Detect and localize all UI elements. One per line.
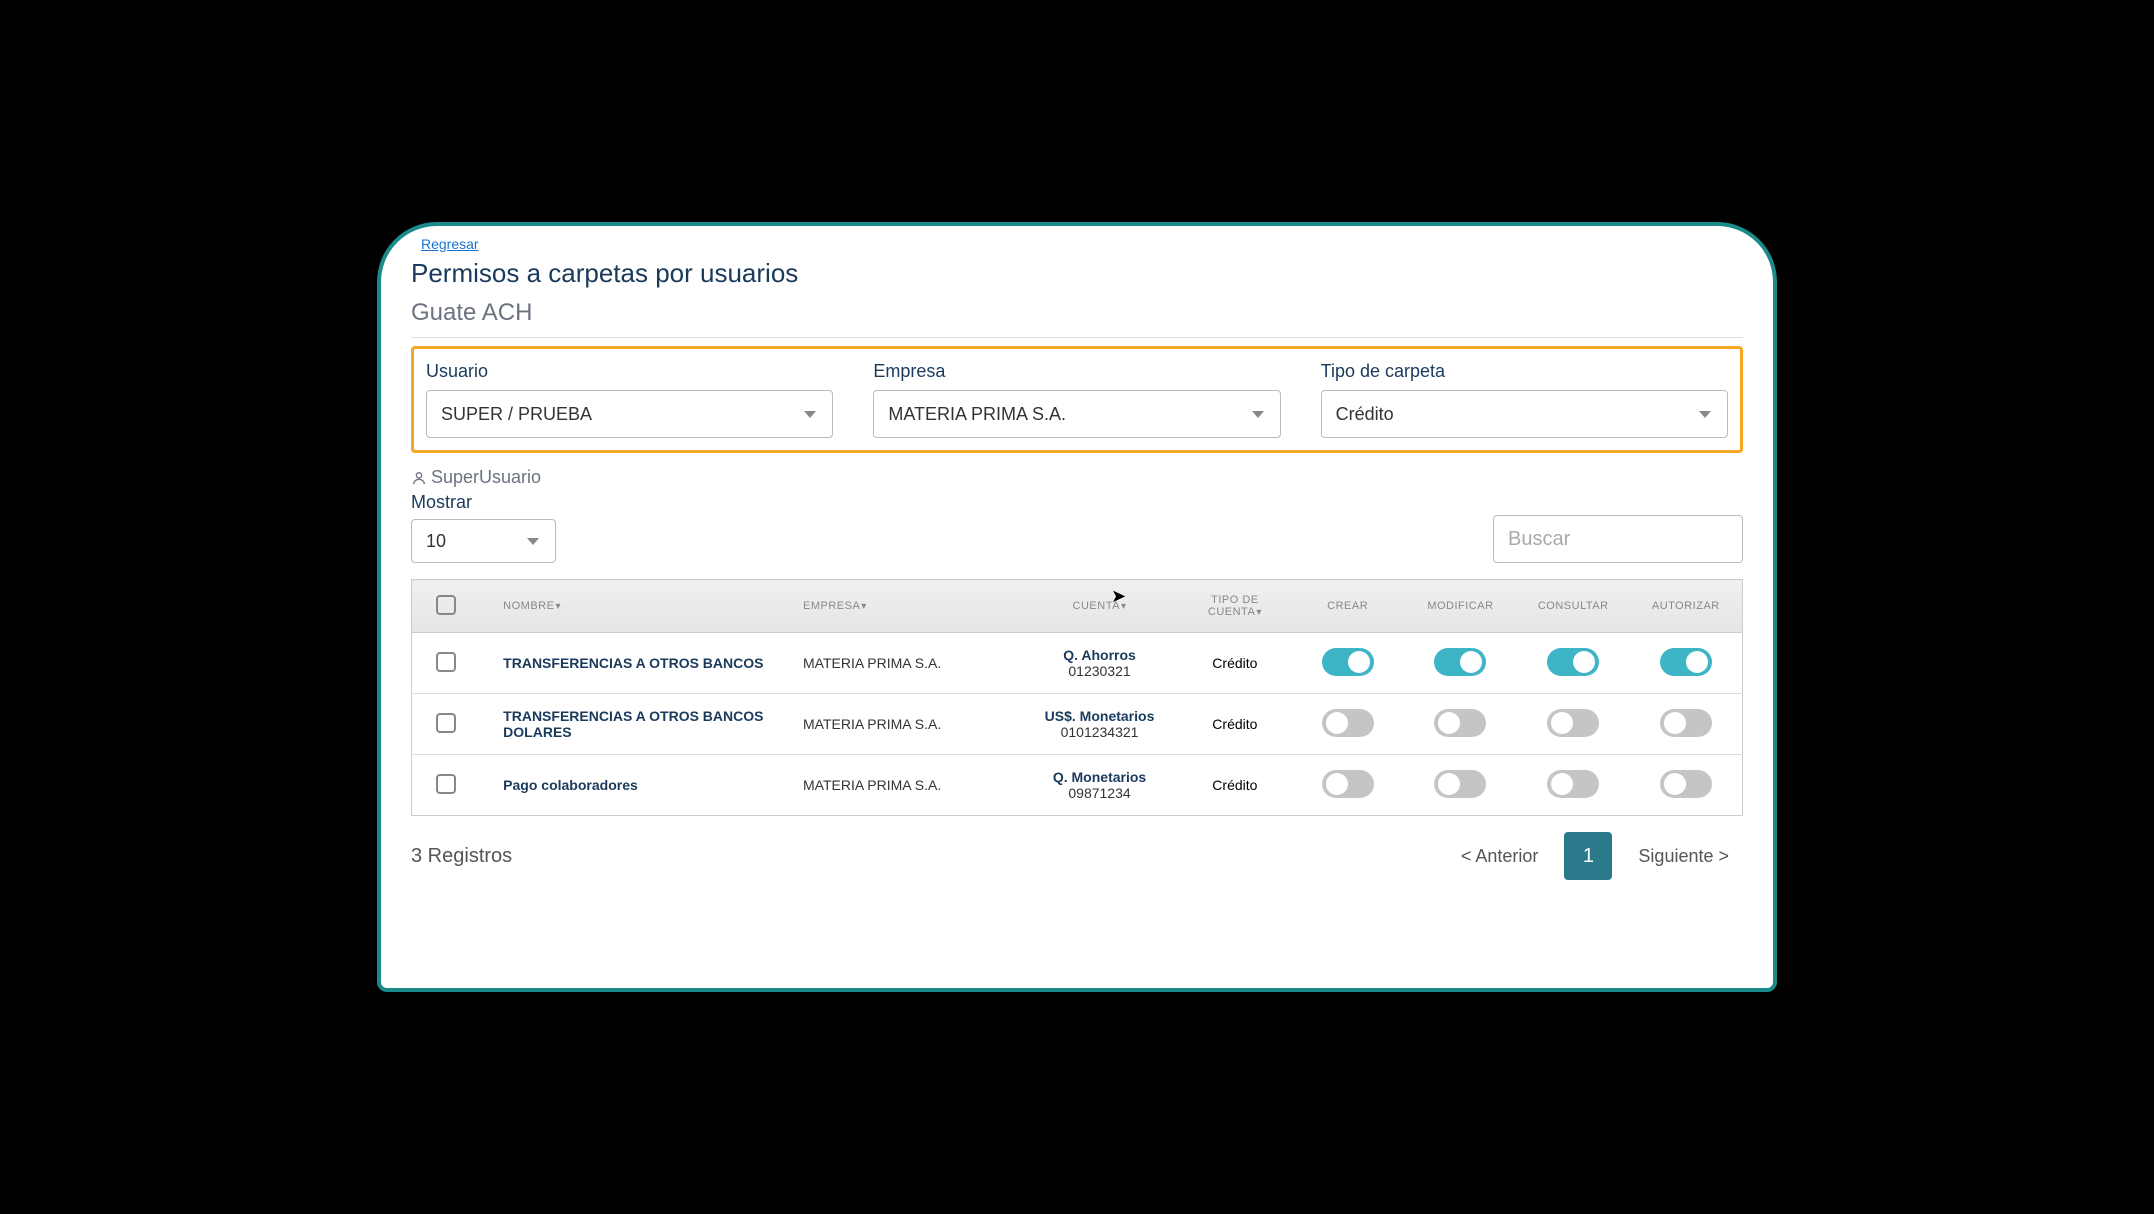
- records-count: 3 Registros: [411, 845, 512, 868]
- col-create: CREAR: [1291, 580, 1404, 633]
- toggle-authorize[interactable]: [1660, 648, 1712, 676]
- next-button[interactable]: Siguiente >: [1624, 836, 1743, 877]
- folder-type-label: Tipo de carpeta: [1321, 361, 1728, 382]
- cell-name[interactable]: TRANSFERENCIAS A OTROS BANCOS: [479, 633, 795, 694]
- table-footer: 3 Registros < Anterior 1 Siguiente >: [411, 832, 1743, 880]
- toggle-modify[interactable]: [1434, 648, 1486, 676]
- cell-name[interactable]: TRANSFERENCIAS A OTROS BANCOS DOLARES: [479, 694, 795, 755]
- show-select-value: 10: [426, 531, 446, 552]
- cell-company: MATERIA PRIMA S.A.: [795, 755, 1021, 816]
- folder-type-select[interactable]: Crédito: [1321, 390, 1728, 438]
- cell-account: Q. Ahorros 01230321: [1021, 633, 1179, 694]
- toggle-consult[interactable]: [1547, 770, 1599, 798]
- laptop-frame: Regresar Permisos a carpetas por usuario…: [377, 222, 1777, 992]
- filter-box: Usuario SUPER / PRUEBA Empresa MATERIA P…: [411, 346, 1743, 453]
- toggle-create[interactable]: [1322, 770, 1374, 798]
- prev-button[interactable]: < Anterior: [1447, 836, 1553, 877]
- app-content: Regresar Permisos a carpetas por usuario…: [381, 226, 1773, 988]
- table-header-row: NOMBRE EMPRESA CUENTA TIPO DE CUENTA CRE…: [412, 580, 1743, 633]
- company-label: Empresa: [873, 361, 1280, 382]
- toggle-modify[interactable]: [1434, 770, 1486, 798]
- user-select[interactable]: SUPER / PRUEBA: [426, 390, 833, 438]
- filter-company: Empresa MATERIA PRIMA S.A.: [873, 361, 1280, 438]
- row-checkbox[interactable]: [436, 713, 456, 733]
- toggle-create[interactable]: [1322, 648, 1374, 676]
- cell-folder-type: Crédito: [1178, 633, 1291, 694]
- toggle-create[interactable]: [1322, 709, 1374, 737]
- permissions-table: NOMBRE EMPRESA CUENTA TIPO DE CUENTA CRE…: [411, 579, 1743, 816]
- pagination: < Anterior 1 Siguiente >: [1447, 832, 1743, 880]
- filter-folder-type: Tipo de carpeta Crédito: [1321, 361, 1728, 438]
- page-title: Permisos a carpetas por usuarios: [411, 258, 1743, 289]
- search-input[interactable]: [1493, 515, 1743, 563]
- show-block: Mostrar 10: [411, 492, 556, 563]
- toggle-consult[interactable]: [1547, 709, 1599, 737]
- col-name[interactable]: NOMBRE: [479, 580, 795, 633]
- user-select-value: SUPER / PRUEBA: [441, 404, 592, 425]
- header-area: Regresar Permisos a carpetas por usuario…: [411, 236, 1743, 338]
- page-subtitle: Guate ACH: [411, 299, 1743, 338]
- table-row: Pago colaboradores MATERIA PRIMA S.A. Q.…: [412, 755, 1743, 816]
- user-label: Usuario: [426, 361, 833, 382]
- col-account[interactable]: CUENTA: [1021, 580, 1179, 633]
- col-check-all: [412, 580, 480, 633]
- show-label: Mostrar: [411, 492, 556, 513]
- cell-account: US$. Monetarios 0101234321: [1021, 694, 1179, 755]
- col-consult: CONSULTAR: [1517, 580, 1630, 633]
- table-row: TRANSFERENCIAS A OTROS BANCOS MATERIA PR…: [412, 633, 1743, 694]
- check-all[interactable]: [436, 595, 456, 615]
- table-row: TRANSFERENCIAS A OTROS BANCOS DOLARES MA…: [412, 694, 1743, 755]
- company-select[interactable]: MATERIA PRIMA S.A.: [873, 390, 1280, 438]
- user-badge: SuperUsuario: [411, 467, 1743, 488]
- cell-name[interactable]: Pago colaboradores: [479, 755, 795, 816]
- cell-folder-type: Crédito: [1178, 755, 1291, 816]
- user-badge-text: SuperUsuario: [431, 467, 541, 488]
- col-authorize: AUTORIZAR: [1630, 580, 1743, 633]
- show-select[interactable]: 10: [411, 519, 556, 563]
- folder-type-select-value: Crédito: [1336, 404, 1394, 425]
- row-checkbox[interactable]: [436, 652, 456, 672]
- col-company[interactable]: EMPRESA: [795, 580, 1021, 633]
- back-link[interactable]: Regresar: [411, 236, 479, 252]
- row-checkbox[interactable]: [436, 774, 456, 794]
- col-account-type[interactable]: TIPO DE CUENTA: [1178, 580, 1291, 633]
- cell-folder-type: Crédito: [1178, 694, 1291, 755]
- col-modify: MODIFICAR: [1404, 580, 1517, 633]
- cell-account: Q. Monetarios 09871234: [1021, 755, 1179, 816]
- toggle-consult[interactable]: [1547, 648, 1599, 676]
- filter-user: Usuario SUPER / PRUEBA: [426, 361, 833, 438]
- toggle-modify[interactable]: [1434, 709, 1486, 737]
- company-select-value: MATERIA PRIMA S.A.: [888, 404, 1066, 425]
- cell-company: MATERIA PRIMA S.A.: [795, 633, 1021, 694]
- cell-company: MATERIA PRIMA S.A.: [795, 694, 1021, 755]
- toggle-authorize[interactable]: [1660, 709, 1712, 737]
- user-icon: [411, 470, 427, 486]
- page-number[interactable]: 1: [1564, 832, 1612, 880]
- toolbar: Mostrar 10: [411, 492, 1743, 563]
- toggle-authorize[interactable]: [1660, 770, 1712, 798]
